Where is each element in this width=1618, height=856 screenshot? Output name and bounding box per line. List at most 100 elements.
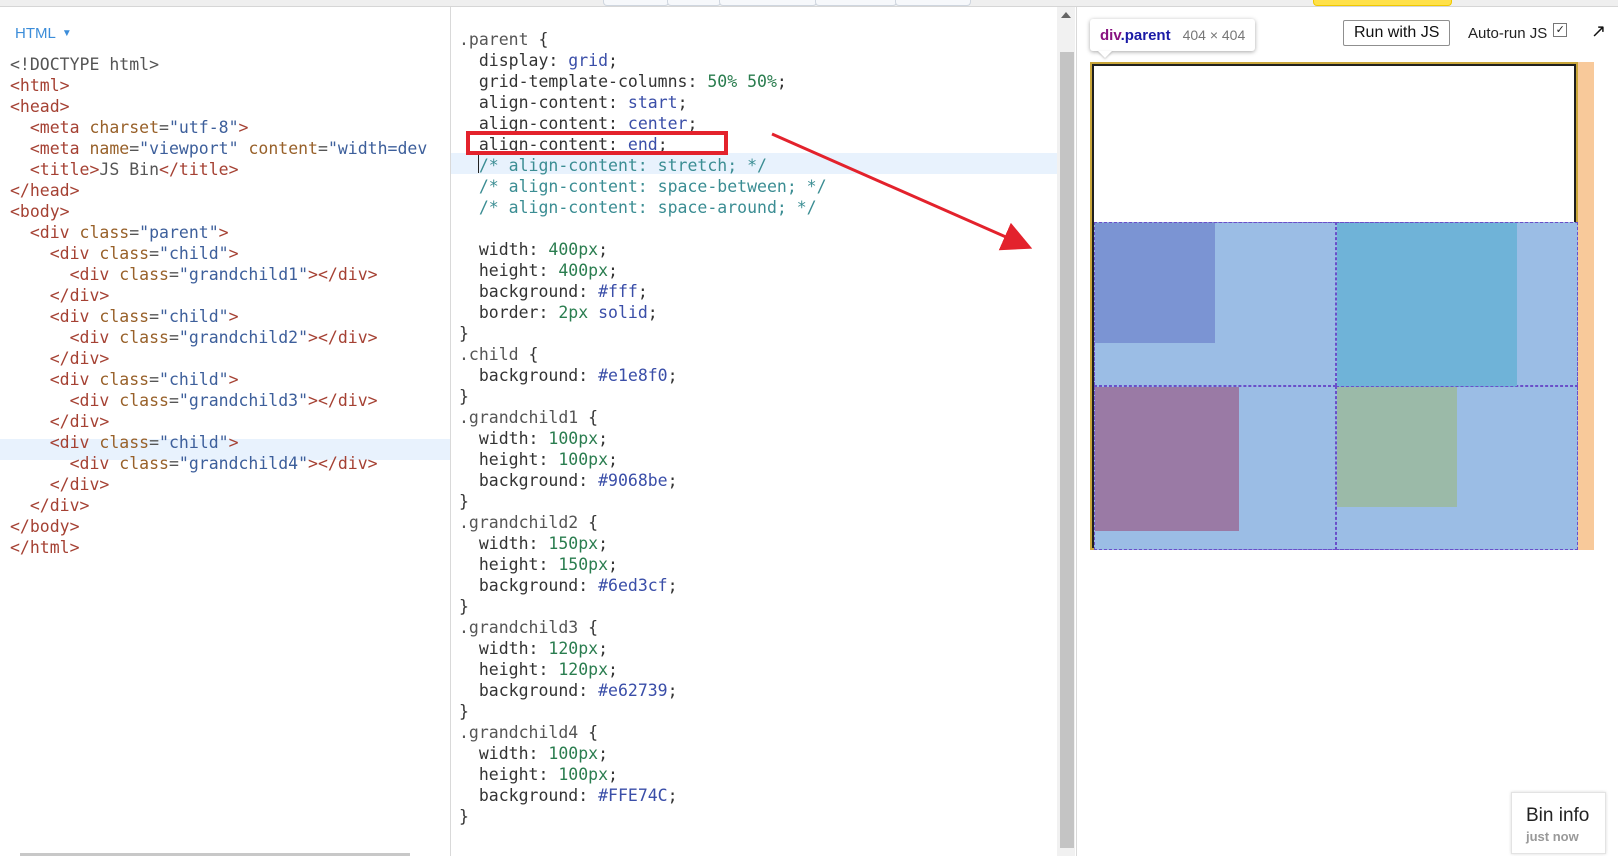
code-line[interactable]: <div class="grandchild4"></div> bbox=[10, 453, 427, 474]
code-line[interactable]: <div class="child"> bbox=[10, 432, 427, 453]
code-line[interactable]: <div class="child"> bbox=[10, 243, 427, 264]
code-line[interactable]: width: 150px; bbox=[459, 533, 827, 554]
code-line[interactable]: .parent { bbox=[459, 29, 827, 50]
code-line[interactable]: <meta name="viewport" content="width=dev bbox=[10, 138, 427, 159]
code-line[interactable]: background: #fff; bbox=[459, 281, 827, 302]
code-line[interactable]: .grandchild2 { bbox=[459, 512, 827, 533]
code-token: { bbox=[588, 723, 599, 742]
code-line[interactable]: <div class="child"> bbox=[10, 369, 427, 390]
code-line[interactable]: <!DOCTYPE html> bbox=[10, 54, 427, 75]
code-line[interactable]: .grandchild4 { bbox=[459, 722, 827, 743]
code-line[interactable]: border: 2px solid; bbox=[459, 302, 827, 323]
code-line[interactable]: <div class="grandchild1"></div> bbox=[10, 264, 427, 285]
code-line[interactable]: <title>JS Bin</title> bbox=[10, 159, 427, 180]
code-line[interactable]: <meta charset="utf-8"> bbox=[10, 117, 427, 138]
css-editor-pane[interactable]: .parent { display: grid; grid-template-c… bbox=[451, 7, 1075, 856]
code-line[interactable]: <html> bbox=[10, 75, 427, 96]
code-token: > bbox=[228, 244, 239, 263]
code-line[interactable]: width: 400px; bbox=[459, 239, 827, 260]
toolbar-tab[interactable] bbox=[895, 0, 971, 6]
code-line[interactable]: } bbox=[459, 806, 827, 827]
auto-run-checkbox[interactable]: ✓ bbox=[1553, 22, 1568, 37]
html-panel-label[interactable]: HTML ▼ bbox=[15, 25, 72, 42]
code-token: { bbox=[538, 30, 549, 49]
scroll-up-arrow-icon[interactable] bbox=[1061, 12, 1071, 18]
html-code-editor[interactable]: <!DOCTYPE html> <html> <head> <meta charse… bbox=[10, 54, 427, 558]
code-line[interactable]: <div class="grandchild3"></div> bbox=[10, 390, 427, 411]
code-line[interactable]: background: #6ed3cf; bbox=[459, 575, 827, 596]
code-line[interactable]: display: grid; bbox=[459, 50, 827, 71]
code-line[interactable]: } bbox=[459, 491, 827, 512]
code-token: #9068be bbox=[598, 471, 668, 490]
rendered-parent-grid[interactable] bbox=[1090, 62, 1578, 550]
code-line[interactable]: } bbox=[459, 323, 827, 344]
popout-icon[interactable]: ↗ bbox=[1591, 21, 1606, 42]
code-line[interactable]: /* align-content: space-around; */ bbox=[459, 197, 827, 218]
code-line[interactable]: .grandchild3 { bbox=[459, 617, 827, 638]
code-line[interactable]: </div> bbox=[10, 474, 427, 495]
code-line[interactable]: width: 120px; bbox=[459, 638, 827, 659]
code-line[interactable]: </div> bbox=[10, 348, 427, 369]
code-token: 120px bbox=[558, 660, 609, 679]
toolbar-tab[interactable] bbox=[603, 0, 669, 6]
code-line[interactable]: ​ bbox=[459, 218, 827, 239]
grid-cell-child[interactable] bbox=[1336, 386, 1578, 550]
code-line[interactable]: </head> bbox=[10, 180, 427, 201]
grid-cell-child[interactable] bbox=[1094, 386, 1336, 550]
code-token: background: bbox=[459, 786, 599, 805]
html-editor-pane[interactable]: HTML ▼ <!DOCTYPE html> <html> <head> <meta … bbox=[0, 7, 451, 856]
code-line[interactable]: background: #9068be; bbox=[459, 470, 827, 491]
code-line[interactable]: <body> bbox=[10, 201, 427, 222]
css-vertical-scrollbar-thumb[interactable] bbox=[1060, 52, 1074, 848]
code-line[interactable]: </html> bbox=[10, 537, 427, 558]
code-line[interactable]: width: 100px; bbox=[459, 743, 827, 764]
code-line[interactable]: background: #FFE74C; bbox=[459, 785, 827, 806]
code-line[interactable]: <div class="child"> bbox=[10, 306, 427, 327]
code-token: ; bbox=[667, 576, 678, 595]
code-line[interactable]: } bbox=[459, 386, 827, 407]
code-line[interactable]: <head> bbox=[10, 96, 427, 117]
code-line[interactable]: </div> bbox=[10, 495, 427, 516]
code-line[interactable]: grid-template-columns: 50% 50%; bbox=[459, 71, 827, 92]
code-line[interactable]: /* align-content: space-between; */ bbox=[459, 176, 827, 197]
code-line[interactable]: width: 100px; bbox=[459, 428, 827, 449]
tooltip-element-name: div.parent bbox=[1100, 26, 1171, 44]
code-token: class bbox=[99, 307, 150, 326]
code-token: #e62739 bbox=[598, 681, 668, 700]
auto-run-js-toggle[interactable]: Auto-run JS ✓ bbox=[1468, 22, 1568, 42]
code-line[interactable]: height: 100px; bbox=[459, 449, 827, 470]
code-line[interactable]: align-content: start; bbox=[459, 92, 827, 113]
toolbar-tab[interactable] bbox=[667, 0, 721, 6]
code-line[interactable]: <div class="grandchild2"></div> bbox=[10, 327, 427, 348]
code-line[interactable]: </div> bbox=[10, 411, 427, 432]
output-pane[interactable]: div.parent 404 × 404 Run with JS Auto-ru… bbox=[1076, 7, 1618, 856]
code-token: = bbox=[149, 307, 160, 326]
code-token: = bbox=[149, 370, 160, 389]
run-with-js-button[interactable]: Run with JS bbox=[1343, 20, 1451, 46]
code-line[interactable]: /* align-content: stretch; */ bbox=[459, 155, 827, 176]
code-line[interactable]: background: #e1e8f0; bbox=[459, 365, 827, 386]
code-line[interactable]: height: 100px; bbox=[459, 764, 827, 785]
code-line[interactable]: .child { bbox=[459, 344, 827, 365]
code-line[interactable]: </body> bbox=[10, 516, 427, 537]
code-line[interactable]: .grandchild1 { bbox=[459, 407, 827, 428]
code-line[interactable]: height: 150px; bbox=[459, 554, 827, 575]
toolbar-tab[interactable] bbox=[815, 0, 897, 6]
code-token: 2px bbox=[558, 303, 589, 322]
toolbar-tab[interactable] bbox=[719, 0, 817, 6]
code-token: /* align-content: space-between; */ bbox=[459, 177, 827, 196]
code-line[interactable]: background: #e62739; bbox=[459, 680, 827, 701]
code-token: height: bbox=[459, 450, 559, 469]
code-line[interactable]: </div> bbox=[10, 285, 427, 306]
code-line[interactable]: } bbox=[459, 701, 827, 722]
code-token: = bbox=[168, 391, 179, 410]
grid-cell-child[interactable] bbox=[1336, 222, 1578, 387]
code-token: } bbox=[459, 702, 469, 721]
code-line[interactable]: } bbox=[459, 596, 827, 617]
code-line[interactable]: height: 120px; bbox=[459, 659, 827, 680]
bin-info-panel[interactable]: Bin info just now bbox=[1511, 792, 1606, 854]
login-button[interactable] bbox=[1313, 0, 1452, 6]
code-line[interactable]: <div class="parent"> bbox=[10, 222, 427, 243]
code-line[interactable]: height: 400px; bbox=[459, 260, 827, 281]
grid-cell-child[interactable] bbox=[1094, 222, 1336, 386]
